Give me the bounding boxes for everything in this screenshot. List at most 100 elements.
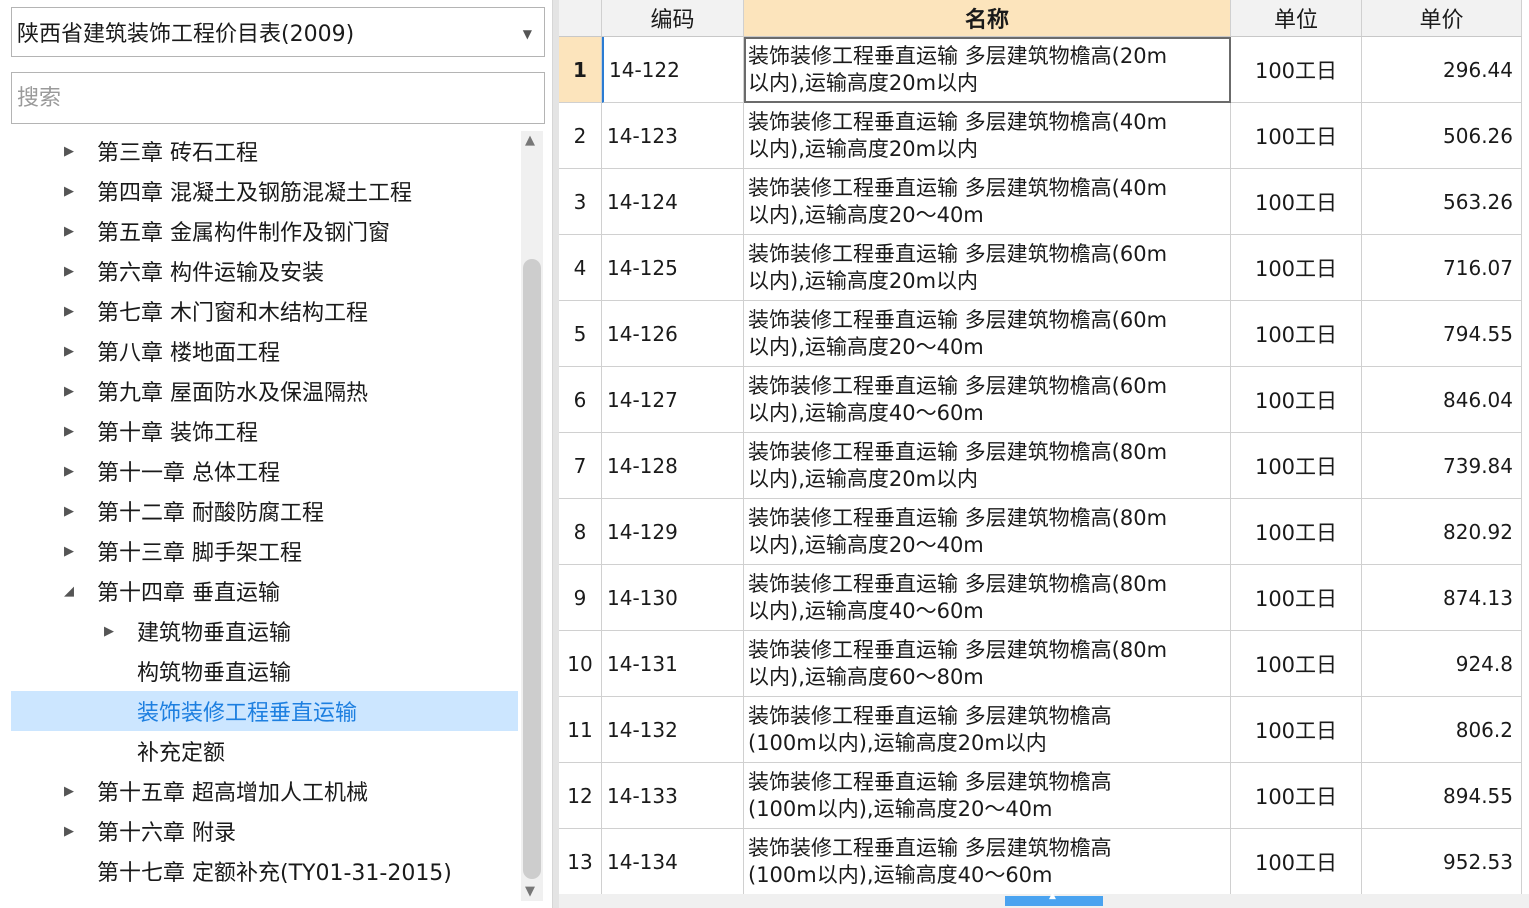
cell-name[interactable]: 装饰装修工程垂直运输 多层建筑物檐高(40m 以内),运输高度20～40m <box>744 169 1231 235</box>
cell-code[interactable]: 14-124 <box>602 169 744 235</box>
cell-name[interactable]: 装饰装修工程垂直运输 多层建筑物檐高(80m 以内),运输高度40～60m <box>744 565 1231 631</box>
triangle-right-icon[interactable]: ▶ <box>61 504 77 519</box>
cell-code[interactable]: 14-133 <box>602 763 744 829</box>
cell-idx[interactable]: 4 <box>559 235 602 301</box>
cell-name[interactable]: 装饰装修工程垂直运输 多层建筑物檐高(80m 以内),运输高度20m以内 <box>744 433 1231 499</box>
tree-item[interactable]: ▶ 第五章 金属构件制作及钢门窗 <box>11 211 518 251</box>
cell-idx[interactable]: 6 <box>559 367 602 433</box>
cell-price[interactable]: 894.55 <box>1362 763 1522 829</box>
cell-unit[interactable]: 100工日 <box>1231 763 1362 829</box>
tree-item[interactable]: ▶ 第十二章 耐酸防腐工程 <box>11 491 518 531</box>
triangle-right-icon[interactable]: ▶ <box>61 784 77 799</box>
cell-idx[interactable]: 8 <box>559 499 602 565</box>
tree-item[interactable]: ▶ 第九章 屋面防水及保温隔热 <box>11 371 518 411</box>
cell-unit[interactable]: 100工日 <box>1231 631 1362 697</box>
cell-price[interactable]: 506.26 <box>1362 103 1522 169</box>
tree-item[interactable]: ▶ 第十六章 附录 <box>11 811 518 851</box>
cell-price[interactable]: 794.55 <box>1362 301 1522 367</box>
cell-code[interactable]: 14-126 <box>602 301 744 367</box>
cell-price[interactable]: 716.07 <box>1362 235 1522 301</box>
triangle-right-icon[interactable]: ▶ <box>61 344 77 359</box>
tree-item[interactable]: ▶ 第十三章 脚手架工程 <box>11 531 518 571</box>
cell-price[interactable]: 846.04 <box>1362 367 1522 433</box>
cell-name[interactable]: 装饰装修工程垂直运输 多层建筑物檐高(60m 以内),运输高度20m以内 <box>744 235 1231 301</box>
cell-unit[interactable]: 100工日 <box>1231 235 1362 301</box>
cell-unit[interactable]: 100工日 <box>1231 499 1362 565</box>
cell-code[interactable]: 14-123 <box>602 103 744 169</box>
cell-unit[interactable]: 100工日 <box>1231 103 1362 169</box>
cell-idx[interactable]: 11 <box>559 697 602 763</box>
triangle-right-icon[interactable]: ▶ <box>61 824 77 839</box>
library-select[interactable]: 陕西省建筑装饰工程价目表(2009) ▼ <box>11 7 545 57</box>
tree-item[interactable]: ▶ 第十一章 总体工程 <box>11 451 518 491</box>
cell-idx[interactable]: 10 <box>559 631 602 697</box>
cell-unit[interactable]: 100工日 <box>1231 367 1362 433</box>
cell-idx[interactable]: 5 <box>559 301 602 367</box>
cell-unit[interactable]: 100工日 <box>1231 169 1362 235</box>
tree-item[interactable]: 补充定额 <box>11 731 518 771</box>
triangle-right-icon[interactable]: ▶ <box>61 224 77 239</box>
tree-item[interactable]: 第十七章 定额补充(TY01-31-2015) <box>11 851 518 891</box>
tree-scrollbar[interactable]: ▲ ▼ <box>521 131 543 901</box>
tree-item[interactable]: 构筑物垂直运输 <box>11 651 518 691</box>
cell-price[interactable]: 874.13 <box>1362 565 1522 631</box>
cell-price[interactable]: 952.53 <box>1362 829 1522 895</box>
tree-item[interactable]: ▶ 第三章 砖石工程 <box>11 131 518 171</box>
cell-idx[interactable]: 1 <box>559 37 602 103</box>
cell-price[interactable]: 296.44 <box>1362 37 1522 103</box>
tree-item[interactable]: ▶ 第十章 装饰工程 <box>11 411 518 451</box>
cell-unit[interactable]: 100工日 <box>1231 433 1362 499</box>
cell-name[interactable]: 装饰装修工程垂直运输 多层建筑物檐高(40m 以内),运输高度20m以内 <box>744 103 1231 169</box>
cell-code[interactable]: 14-128 <box>602 433 744 499</box>
cell-code[interactable]: 14-127 <box>602 367 744 433</box>
cell-code[interactable]: 14-131 <box>602 631 744 697</box>
header-code[interactable]: 编码 <box>602 0 744 37</box>
cell-unit[interactable]: 100工日 <box>1231 37 1362 103</box>
cell-unit[interactable]: 100工日 <box>1231 301 1362 367</box>
tree-item[interactable]: ▶ 建筑物垂直运输 <box>11 611 518 651</box>
header-price[interactable]: 单价 <box>1362 0 1522 37</box>
triangle-right-icon[interactable]: ▶ <box>61 464 77 479</box>
tree-item[interactable]: ▶ 第八章 楼地面工程 <box>11 331 518 371</box>
search-input[interactable] <box>11 72 545 124</box>
cell-code[interactable]: 14-132 <box>602 697 744 763</box>
cell-name[interactable]: 装饰装修工程垂直运输 多层建筑物檐高(60m 以内),运输高度20～40m <box>744 301 1231 367</box>
scroll-down-icon[interactable]: ▼ <box>525 884 535 899</box>
cell-name[interactable]: 装饰装修工程垂直运输 多层建筑物檐高(60m 以内),运输高度40～60m <box>744 367 1231 433</box>
cell-code[interactable]: 14-122 <box>602 37 744 103</box>
cell-name[interactable]: 装饰装修工程垂直运输 多层建筑物檐高(80m 以内),运输高度20～40m <box>744 499 1231 565</box>
panel-splitter[interactable] <box>552 0 559 908</box>
triangle-right-icon[interactable]: ▶ <box>61 144 77 159</box>
cell-unit[interactable]: 100工日 <box>1231 829 1362 895</box>
cell-unit[interactable]: 100工日 <box>1231 565 1362 631</box>
cell-price[interactable]: 739.84 <box>1362 433 1522 499</box>
tree-item[interactable]: ▶ 第十五章 超高增加人工机械 <box>11 771 518 811</box>
cell-code[interactable]: 14-125 <box>602 235 744 301</box>
triangle-right-icon[interactable]: ▶ <box>61 304 77 319</box>
cell-price[interactable]: 820.92 <box>1362 499 1522 565</box>
cell-code[interactable]: 14-130 <box>602 565 744 631</box>
header-unit[interactable]: 单位 <box>1231 0 1362 37</box>
cell-idx[interactable]: 9 <box>559 565 602 631</box>
tree-item[interactable]: ▶ 第六章 构件运输及安装 <box>11 251 518 291</box>
cell-code[interactable]: 14-134 <box>602 829 744 895</box>
triangle-down-icon[interactable]: ◢ <box>61 584 77 599</box>
triangle-right-icon[interactable]: ▶ <box>61 544 77 559</box>
cell-price[interactable]: 924.8 <box>1362 631 1522 697</box>
cell-price[interactable]: 563.26 <box>1362 169 1522 235</box>
cell-name[interactable]: 装饰装修工程垂直运输 多层建筑物檐高 (100m以内),运输高度40～60m <box>744 829 1231 895</box>
cell-name[interactable]: 装饰装修工程垂直运输 多层建筑物檐高 (100m以内),运输高度20m以内 <box>744 697 1231 763</box>
cell-idx[interactable]: 3 <box>559 169 602 235</box>
triangle-right-icon[interactable]: ▶ <box>101 624 117 639</box>
cell-name[interactable]: 装饰装修工程垂直运输 多层建筑物檐高(80m 以内),运输高度60～80m <box>744 631 1231 697</box>
cell-idx[interactable]: 7 <box>559 433 602 499</box>
cell-name[interactable]: 装饰装修工程垂直运输 多层建筑物檐高(20m 以内),运输高度20m以内 <box>744 37 1231 103</box>
horizontal-scrollbar[interactable]: ▲ <box>559 891 1529 908</box>
scroll-up-icon[interactable]: ▲ <box>525 133 535 148</box>
cell-idx[interactable]: 12 <box>559 763 602 829</box>
cell-code[interactable]: 14-129 <box>602 499 744 565</box>
triangle-right-icon[interactable]: ▶ <box>61 184 77 199</box>
cell-name[interactable]: 装饰装修工程垂直运输 多层建筑物檐高 (100m以内),运输高度20～40m <box>744 763 1231 829</box>
triangle-right-icon[interactable]: ▶ <box>61 384 77 399</box>
cell-idx[interactable]: 13 <box>559 829 602 895</box>
